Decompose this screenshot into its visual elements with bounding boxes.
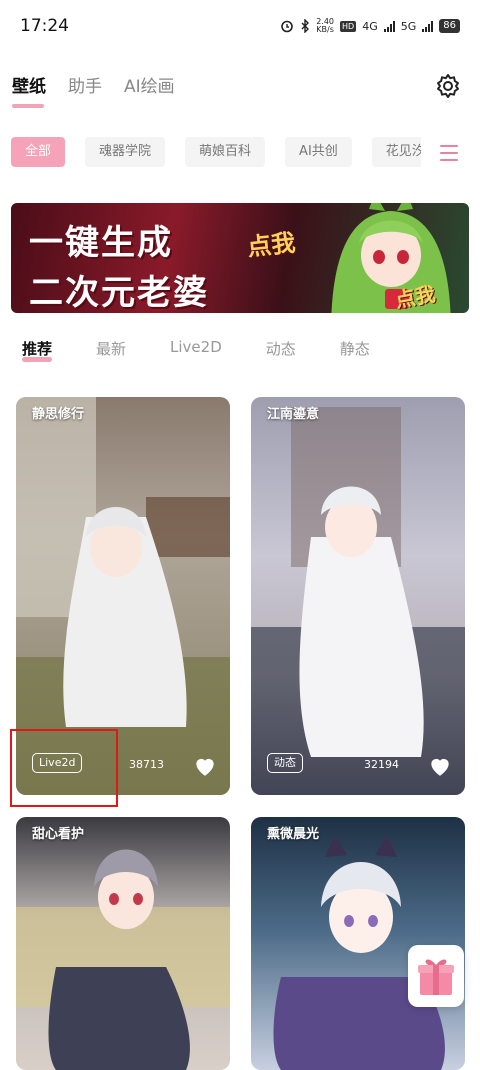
wallpaper-card[interactable]: 甜心看护 [16, 817, 230, 1070]
hd-badge: HD [340, 20, 357, 32]
highlight-annotation-box [10, 729, 118, 807]
wallpaper-card[interactable]: 熏微晨光 [251, 817, 465, 1070]
heart-icon[interactable] [192, 753, 218, 779]
sim2-label: 5G [400, 19, 417, 33]
tab-assistant[interactable]: 助手 [68, 72, 102, 97]
chip-all[interactable]: 全部 [11, 137, 66, 167]
like-count: 32194 [364, 758, 399, 771]
card-title: 静思修行 [32, 407, 85, 422]
chip-category[interactable]: 魂器学院 [85, 137, 166, 167]
category-chips: 全部 魂器学院 萌娘百科 AI共创 花见汐梦 [11, 137, 421, 171]
card-title: 江南鎏意 [267, 407, 320, 422]
alarm-icon [281, 20, 294, 33]
subtab-static[interactable]: 静态 [340, 338, 370, 359]
subtab-recommended[interactable]: 推荐 [22, 338, 52, 359]
settings-gear-icon[interactable] [434, 72, 462, 100]
card-type-badge: 动态 [267, 753, 303, 773]
wallpaper-image [16, 849, 230, 1070]
heart-icon[interactable] [427, 753, 453, 779]
net-speed-unit: KB/s [316, 25, 334, 34]
active-tab-indicator [12, 104, 44, 108]
signal-icon-2 [422, 20, 434, 32]
chip-category[interactable]: 花见汐梦 [371, 137, 421, 167]
gift-icon [418, 959, 454, 995]
chip-category[interactable]: 萌娘百科 [185, 137, 266, 167]
wallpaper-image [273, 835, 445, 1070]
signal-icon [383, 20, 395, 32]
net-speed: 2.40 KB/s [316, 18, 334, 34]
status-time: 17:24 [20, 16, 69, 36]
bluetooth-icon [301, 19, 310, 33]
card-title: 熏微晨光 [267, 827, 320, 842]
banner-headline-2: 二次元老婆 [29, 273, 209, 313]
banner-cta: 点我 [245, 228, 297, 262]
wallpaper-card[interactable]: 江南鎏意 动态 32194 [251, 397, 465, 795]
status-icons: 2.40 KB/s HD 4G 5G 86 [280, 18, 460, 34]
banner-headline-1: 一键生成 [29, 223, 173, 263]
tab-ai-painting[interactable]: AI绘画 [124, 72, 175, 97]
wallpaper-image [251, 407, 465, 795]
status-bar: 17:24 2.40 KB/s HD 4G 5G 86 [0, 0, 480, 56]
tab-wallpaper[interactable]: 壁纸 [12, 72, 46, 97]
active-subtab-indicator [22, 357, 52, 362]
like-count: 38713 [129, 758, 164, 771]
top-tabs: 壁纸 助手 AI绘画 [12, 72, 175, 97]
sim1-label: 4G [362, 19, 378, 33]
subtab-dynamic[interactable]: 动态 [266, 338, 296, 359]
card-title: 甜心看护 [32, 827, 85, 842]
battery-indicator: 86 [439, 19, 460, 33]
subtab-live2d[interactable]: Live2D [170, 338, 222, 359]
subtab-latest[interactable]: 最新 [96, 338, 126, 359]
anime-girl-illustration [331, 203, 451, 313]
gift-button[interactable] [408, 945, 464, 1007]
sub-tabs: 推荐 最新 Live2D 动态 静态 [22, 338, 414, 359]
promo-banner[interactable]: 一键生成 二次元老婆 点我 点我 [11, 203, 469, 313]
menu-icon[interactable] [440, 145, 458, 163]
chip-category[interactable]: AI共创 [285, 137, 352, 167]
